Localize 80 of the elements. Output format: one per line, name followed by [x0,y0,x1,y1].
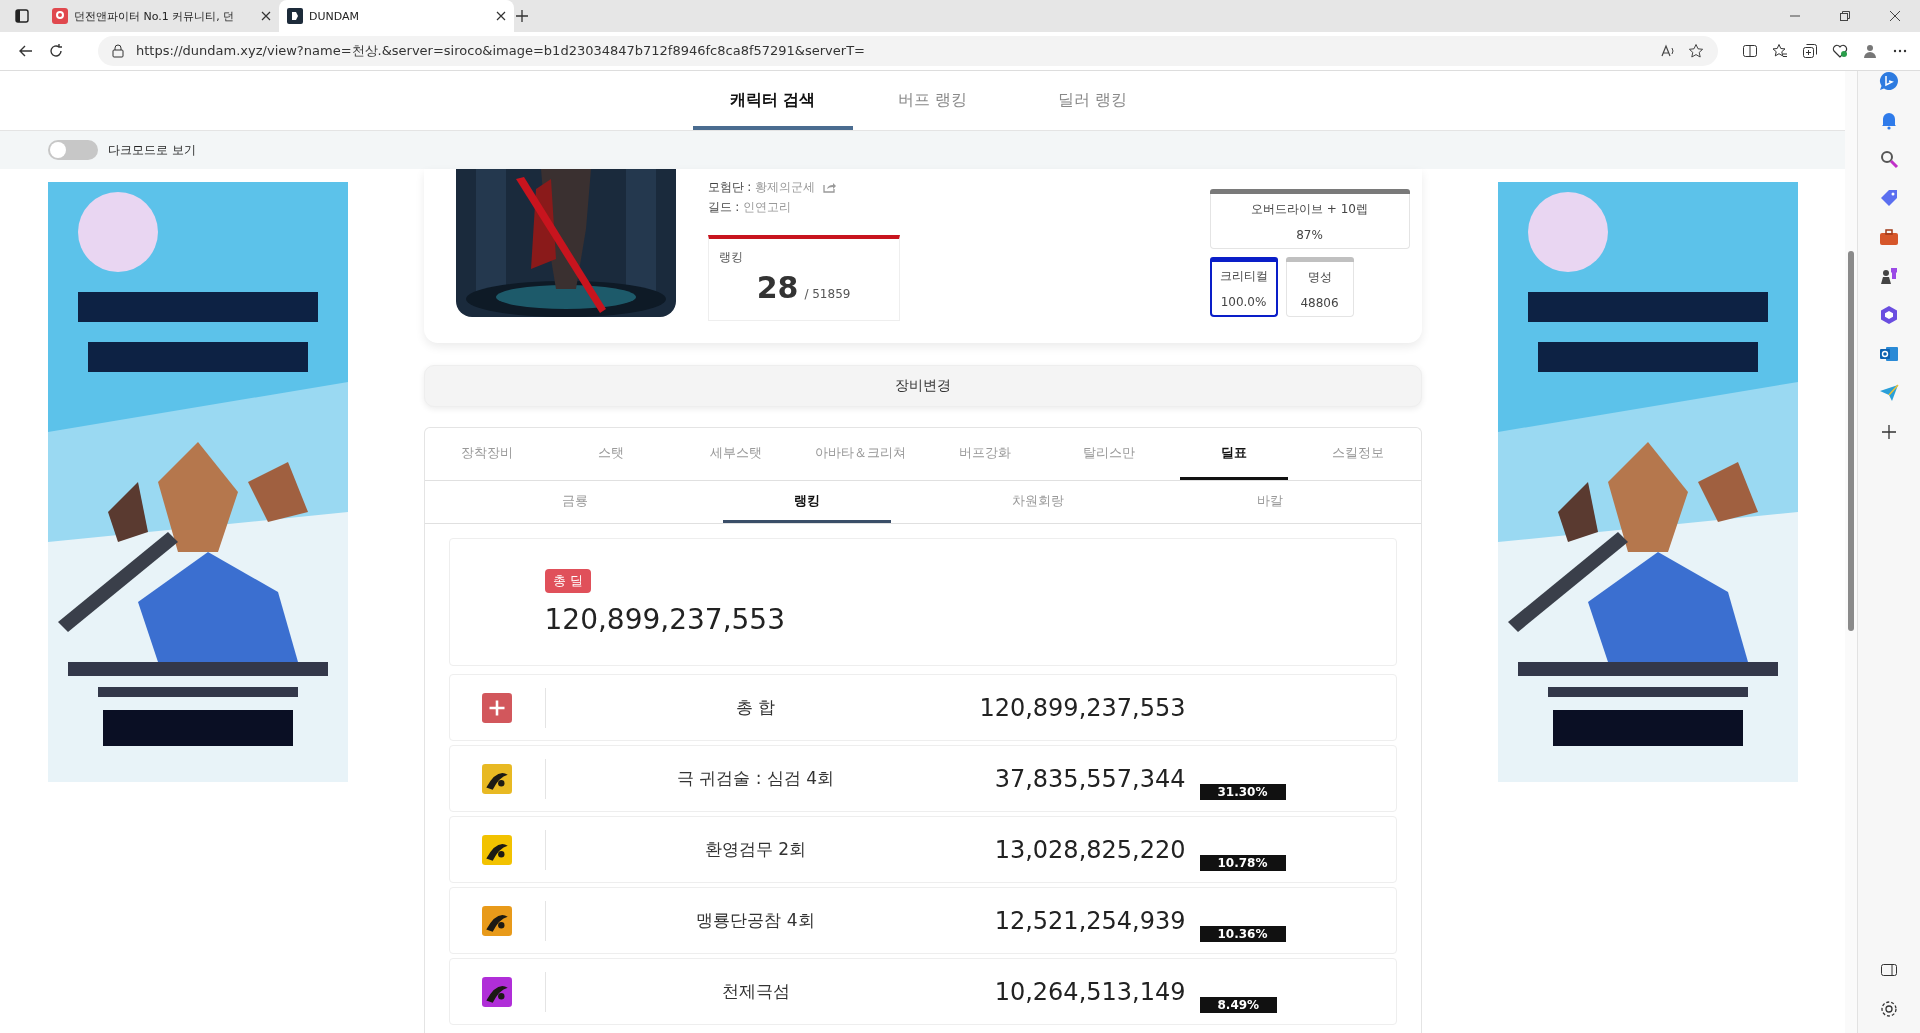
plus-icon[interactable] [482,692,512,723]
stat-label: 크리티컬 [1219,268,1268,285]
skill-name: 환영검무 2회 [703,838,808,861]
damage-percent: 8.49% [1199,996,1278,1013]
sub-tab[interactable]: 금룡 [491,481,659,523]
scrollbar[interactable] [1845,71,1858,1033]
mail-icon[interactable] [1879,344,1899,364]
add-icon[interactable] [1879,422,1899,442]
close-icon[interactable] [1889,10,1901,22]
nav-tab[interactable]: 딜러 랭킹 [1012,71,1173,130]
damage-percent: 10.78% [1199,854,1286,871]
sub-tab[interactable]: 차원회랑 [954,481,1122,523]
dark-mode-label: 다크모드로 보기 [108,141,196,159]
stat-value: 100.0% [1220,295,1267,309]
collections-icon[interactable] [1802,43,1818,59]
skill-name: 총 합 [734,696,777,719]
skill-name: 극 귀검술 : 심검 4회 [675,767,836,790]
sub-tab[interactable]: 바칼 [1186,481,1354,523]
damage-percent: 31.30% [1199,783,1286,800]
search-icon[interactable] [1879,149,1899,169]
star-icon[interactable] [1688,43,1704,59]
browser-tab[interactable]: DUNDAM [279,0,514,32]
stat-value: 48806 [1300,295,1339,310]
damage-value: 120,899,237,553 [978,693,1186,722]
section-tab[interactable]: 딜표 [1179,428,1288,480]
stat-value: 87% [1296,227,1323,242]
lock-icon [112,44,124,58]
back-icon[interactable] [18,43,34,59]
nav-tab[interactable]: 버프 랭킹 [852,71,1013,130]
skill-name: 천제극섬 [720,980,791,1003]
settings-icon[interactable] [1879,999,1899,1019]
equipment-change-button[interactable]: 장비변경 [423,365,1422,407]
adventure-name: 황제의군세 [755,178,816,196]
send-icon[interactable] [1879,383,1899,403]
adventure-label: 모험단 : [707,178,752,196]
section-tab[interactable]: 아바타＆크리쳐 [806,428,915,480]
tab-actions-icon[interactable] [14,8,30,24]
site-icon [287,8,303,24]
dark-mode-toggle[interactable] [48,140,98,160]
site-icon [52,8,68,24]
section-tab[interactable]: 장착장비 [432,428,541,480]
split-screen-icon[interactable] [1742,43,1758,59]
heart-icon[interactable] [1832,43,1848,59]
stat-label: 오버드라이브 + 10렙 [1251,200,1368,218]
damage-value: 12,521,254,939 [993,906,1186,935]
share-icon[interactable] [823,181,838,193]
damage-value: 37,835,557,344 [993,764,1186,793]
rank-total: / 51859 [804,287,851,301]
browser-tab[interactable]: 던전앤파이터 No.1 커뮤니티, 던 [44,0,279,32]
section-tab[interactable]: 스탯 [557,428,666,480]
damage-value: 13,028,825,220 [993,835,1186,864]
office-icon[interactable] [1879,305,1899,325]
stat-label: 명성 [1307,268,1332,286]
section-tab[interactable]: 세부스탯 [681,428,790,480]
chess-icon[interactable] [1879,266,1899,286]
refresh-icon[interactable] [48,43,64,59]
section-tab[interactable]: 스킬정보 [1304,428,1413,480]
rank-number: 28 [756,270,799,305]
total-damage-badge: 총 딜 [544,568,591,593]
read-aloud-icon[interactable] [1660,43,1676,59]
favorites-icon[interactable] [1772,43,1788,59]
profile-icon[interactable] [1862,43,1878,59]
briefcase-icon[interactable] [1879,227,1899,247]
sub-tab[interactable]: 랭킹 [723,481,891,523]
total-damage-value: 120,899,237,553 [544,602,785,636]
section-tab[interactable]: 탈리스만 [1055,428,1164,480]
tag-icon[interactable] [1879,188,1899,208]
address-bar[interactable]: https://dundam.xyz/view?name=천상.&server=siroco&image=b1d23034847b712f8946fc8ca8f57291&serverT= [98,36,1718,66]
close-icon[interactable] [261,11,271,21]
damage-value: 10,264,513,149 [993,977,1186,1006]
guild-label: 길드 : [707,198,740,216]
close-icon[interactable] [496,11,506,21]
guild-name: 인연고리 [743,198,792,216]
new-tab-icon[interactable] [514,8,530,24]
ranking-label: 랭킹 [718,249,744,266]
section-tab[interactable]: 버프강화 [930,428,1039,480]
restore-icon[interactable] [1839,10,1851,22]
chat-icon[interactable] [1879,71,1899,91]
damage-percent: 10.36% [1199,925,1286,942]
skill-name: 맹룡단공참 4회 [695,909,816,932]
